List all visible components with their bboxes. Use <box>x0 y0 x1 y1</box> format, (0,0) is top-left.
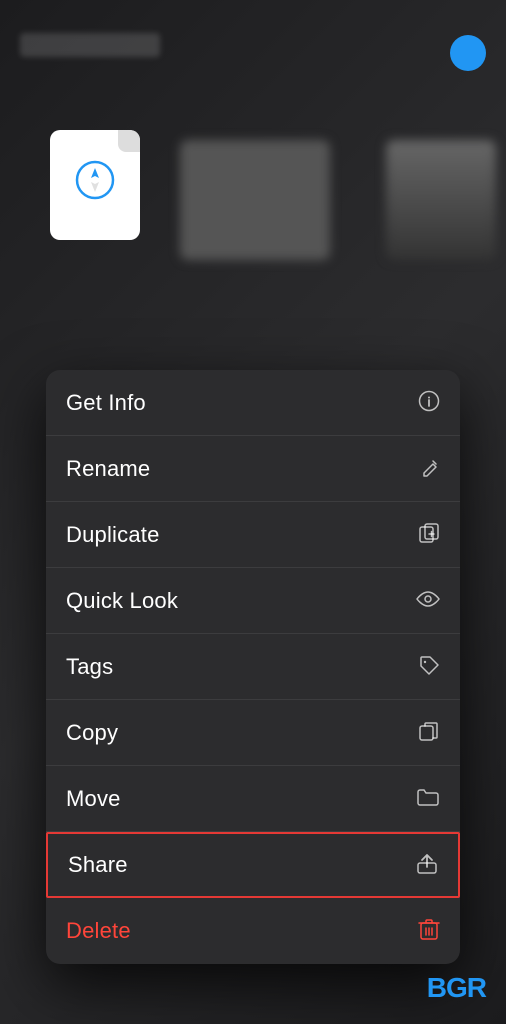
menu-item-tags[interactable]: Tags <box>46 634 460 700</box>
rename-icon <box>420 457 440 481</box>
menu-label-get-info: Get Info <box>66 390 146 416</box>
share-icon <box>416 851 438 879</box>
menu-label-move: Move <box>66 786 121 812</box>
bg-thumbnail-1 <box>180 140 330 260</box>
duplicate-icon <box>418 522 440 548</box>
compass-icon <box>73 158 117 212</box>
menu-item-share[interactable]: Share <box>46 832 460 898</box>
copy-icon <box>418 720 440 746</box>
file-icon <box>50 130 140 240</box>
menu-label-rename: Rename <box>66 456 150 482</box>
menu-item-rename[interactable]: Rename <box>46 436 460 502</box>
menu-item-get-info[interactable]: Get Info <box>46 370 460 436</box>
info-icon <box>418 390 440 416</box>
trash-icon <box>418 917 440 945</box>
user-avatar <box>450 35 486 71</box>
bg-thumbnail-2 <box>386 140 496 260</box>
menu-item-quick-look[interactable]: Quick Look <box>46 568 460 634</box>
menu-item-duplicate[interactable]: Duplicate <box>46 502 460 568</box>
menu-item-delete[interactable]: Delete <box>46 898 460 964</box>
header-title <box>20 33 160 57</box>
tag-icon <box>418 654 440 680</box>
menu-label-copy: Copy <box>66 720 118 746</box>
header-bar <box>0 20 506 70</box>
menu-label-tags: Tags <box>66 654 113 680</box>
menu-label-share: Share <box>68 852 128 878</box>
menu-label-quick-look: Quick Look <box>66 588 178 614</box>
file-icon-wrapper <box>50 130 140 240</box>
bgr-watermark: BGR <box>427 972 486 1004</box>
folder-icon <box>416 787 440 811</box>
menu-label-delete: Delete <box>66 918 131 944</box>
context-menu: Get Info Rename Duplicate <box>46 370 460 964</box>
menu-item-move[interactable]: Move <box>46 766 460 832</box>
menu-label-duplicate: Duplicate <box>66 522 160 548</box>
eye-icon <box>416 591 440 611</box>
menu-item-copy[interactable]: Copy <box>46 700 460 766</box>
